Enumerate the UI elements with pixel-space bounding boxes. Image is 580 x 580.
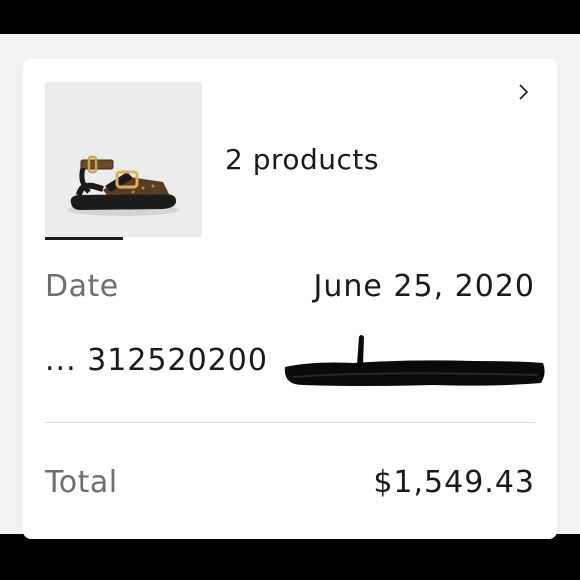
- date-value: June 25, 2020: [313, 269, 535, 304]
- total-value: $1,549.43: [373, 465, 535, 500]
- order-screen: 2 products Date June 25, 2020 ... 312520…: [0, 34, 580, 539]
- date-label: Date: [45, 269, 119, 304]
- order-summary-card[interactable]: 2 products Date June 25, 2020 ... 312520…: [23, 59, 557, 539]
- divider: [45, 422, 535, 423]
- total-label: Total: [45, 465, 118, 500]
- selected-indicator: [45, 237, 123, 240]
- product-thumbnail[interactable]: [45, 82, 202, 237]
- chevron-right-icon[interactable]: [513, 79, 535, 107]
- sandal-icon: [67, 155, 179, 216]
- order-number: ... 312520200: [45, 343, 268, 378]
- products-count: 2 products: [225, 143, 379, 176]
- redaction-marker: [284, 335, 545, 386]
